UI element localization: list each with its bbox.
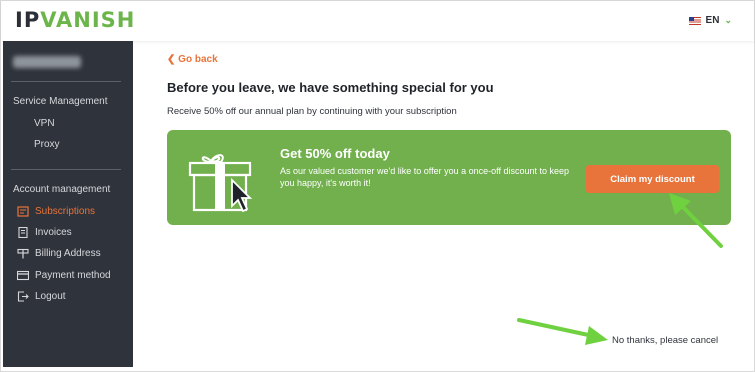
- language-selector[interactable]: EN ⌄: [688, 15, 732, 26]
- invoices-icon: [18, 227, 28, 238]
- chevron-left-icon: ❮: [167, 54, 176, 65]
- credit-card-icon: [17, 270, 29, 281]
- account-management-heading: Account management: [13, 184, 111, 195]
- offer-description: As our valued customer we'd like to offe…: [280, 166, 570, 188]
- language-label: EN: [705, 15, 720, 26]
- go-back-label: Go back: [178, 54, 218, 65]
- blurred-username: [13, 56, 81, 68]
- sidebar: Service Management VPN Proxy Account man…: [3, 41, 133, 367]
- sidebar-item-label: Invoices: [35, 227, 72, 238]
- logo-ip: IP: [15, 8, 41, 32]
- offer-title: Get 50% off today: [280, 146, 390, 161]
- sidebar-item-label: Payment method: [35, 270, 111, 281]
- us-flag-icon: [688, 16, 701, 25]
- sidebar-item-label: Logout: [35, 291, 66, 302]
- sidebar-item-billing-address[interactable]: Billing Address: [17, 248, 101, 259]
- divider: [11, 81, 121, 82]
- claim-discount-button[interactable]: Claim my discount: [586, 165, 719, 193]
- discount-offer-banner: Get 50% off today As our valued customer…: [167, 130, 731, 225]
- page-title: Before you leave, we have something spec…: [167, 80, 494, 95]
- divider: [11, 169, 121, 170]
- logout-icon: [17, 291, 29, 302]
- subscriptions-icon: [17, 206, 29, 217]
- top-bar: IPVANISH EN ⌄: [1, 1, 754, 41]
- sidebar-item-label: Subscriptions: [35, 206, 96, 217]
- annotation-arrow-icon: [669, 193, 723, 248]
- sidebar-item-label: Billing Address: [35, 248, 101, 259]
- sidebar-item-invoices[interactable]: Invoices: [17, 227, 72, 238]
- annotation-arrow-icon: [517, 318, 608, 345]
- sidebar-item-logout[interactable]: Logout: [17, 291, 66, 302]
- sidebar-item-payment-method[interactable]: Payment method: [17, 270, 111, 281]
- chevron-down-icon: ⌄: [724, 15, 732, 25]
- sidebar-item-proxy[interactable]: Proxy: [34, 139, 60, 150]
- go-back-link[interactable]: ❮ Go back: [167, 54, 218, 65]
- gift-with-cursor-icon: [188, 154, 253, 213]
- sidebar-item-subscriptions[interactable]: Subscriptions: [17, 206, 95, 217]
- service-management-heading: Service Management: [13, 96, 108, 107]
- logo-vanish: VANISH: [40, 8, 136, 32]
- ipvanish-logo[interactable]: IPVANISH: [15, 8, 135, 32]
- billing-address-icon: [17, 248, 29, 259]
- page-subtitle: Receive 50% off our annual plan by conti…: [167, 106, 457, 117]
- cancel-subscription-link[interactable]: No thanks, please cancel: [612, 335, 718, 346]
- sidebar-item-vpn[interactable]: VPN: [34, 118, 55, 129]
- page: IPVANISH EN ⌄ Service Management VPN Pro…: [0, 0, 755, 372]
